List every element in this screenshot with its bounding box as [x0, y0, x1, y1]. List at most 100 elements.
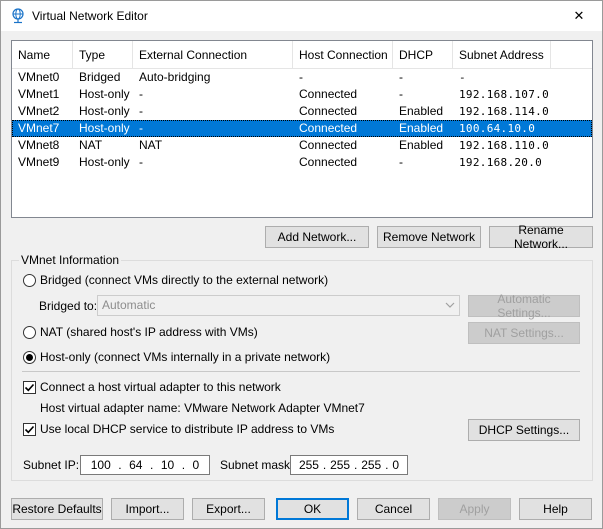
- cell-dhcp: Enabled: [399, 138, 444, 152]
- table-row[interactable]: VMnet0 Bridged Auto-bridging - - -: [12, 69, 592, 86]
- cell-name: VMnet9: [18, 155, 60, 169]
- nat-radio[interactable]: NAT (shared host's IP address with VMs): [23, 325, 258, 339]
- checkmark-icon: [24, 383, 35, 391]
- subnet-ip-octet-3[interactable]: 10: [161, 458, 174, 472]
- cell-external: -: [139, 121, 143, 135]
- cell-subnet: 192.168.110.0: [459, 139, 549, 152]
- table-row[interactable]: VMnet9 Host-only - Connected - 192.168.2…: [12, 154, 592, 171]
- cell-host: Connected: [299, 87, 358, 101]
- cell-external: Auto-bridging: [139, 70, 211, 84]
- cell-type: Host-only: [79, 104, 130, 118]
- cell-subnet: 192.168.114.0: [459, 105, 549, 118]
- remove-network-button[interactable]: Remove Network: [377, 226, 481, 248]
- table-row-selected[interactable]: VMnet7 Host-only - Connected Enabled 100…: [12, 120, 592, 137]
- connect-adapter-label: Connect a host virtual adapter to this n…: [40, 380, 281, 394]
- subnet-ip-octet-4[interactable]: 0: [193, 458, 200, 472]
- table-row[interactable]: VMnet2 Host-only - Connected Enabled 192…: [12, 103, 592, 120]
- chevron-down-icon: [445, 302, 455, 308]
- cell-subnet: 192.168.20.0: [459, 156, 543, 169]
- subnet-mask-octet-4[interactable]: 0: [392, 458, 399, 472]
- column-header-dhcp[interactable]: DHCP: [393, 41, 453, 69]
- checkmark-icon: [24, 425, 35, 433]
- close-button[interactable]: ✕: [556, 1, 602, 31]
- cell-dhcp: -: [399, 87, 403, 101]
- dhcp-settings-button[interactable]: DHCP Settings...: [468, 419, 580, 441]
- ok-button[interactable]: OK: [276, 498, 349, 520]
- cell-external: -: [139, 104, 143, 118]
- subnet-ip-field[interactable]: 100 . 64 . 10 . 0: [80, 455, 210, 475]
- connect-adapter-checkbox-indicator[interactable]: [23, 380, 36, 394]
- column-header-type[interactable]: Type: [73, 41, 133, 69]
- cell-name: VMnet1: [18, 87, 60, 101]
- subnet-mask-octet-3[interactable]: 255: [361, 458, 381, 472]
- cell-subnet: 192.168.107.0: [459, 88, 549, 101]
- nat-settings-button[interactable]: NAT Settings...: [468, 322, 580, 344]
- globe-network-icon: [12, 8, 24, 24]
- cell-host: Connected: [299, 104, 358, 118]
- list-header: Name Type External Connection Host Conne…: [12, 41, 592, 69]
- import-button[interactable]: Import...: [111, 498, 184, 520]
- subnet-ip-octet-2[interactable]: 64: [129, 458, 142, 472]
- cell-dhcp: Enabled: [399, 104, 444, 118]
- column-header-host-connection[interactable]: Host Connection: [293, 41, 393, 69]
- close-icon: ✕: [573, 8, 585, 23]
- column-header-subnet-address[interactable]: Subnet Address: [453, 41, 551, 69]
- subnet-ip-octet-1[interactable]: 100: [91, 458, 111, 472]
- virtual-network-editor-window: Virtual Network Editor ✕ Name Type Exter…: [0, 0, 603, 529]
- help-button[interactable]: Help: [519, 498, 592, 520]
- cell-dhcp: -: [399, 70, 403, 84]
- add-network-button[interactable]: Add Network...: [265, 226, 369, 248]
- cell-subnet: -: [459, 71, 466, 84]
- dhcp-checkbox-indicator[interactable]: [23, 422, 36, 436]
- cell-name: VMnet0: [18, 70, 60, 84]
- cell-external: -: [139, 87, 143, 101]
- list-rows: VMnet0 Bridged Auto-bridging - - - VMnet…: [12, 69, 592, 171]
- bridged-to-value: Automatic: [102, 298, 156, 312]
- cell-type: NAT: [79, 138, 103, 152]
- dhcp-checkbox[interactable]: Use local DHCP service to distribute IP …: [23, 422, 334, 436]
- cell-host: Connected: [299, 155, 358, 169]
- bridged-radio-label: Bridged (connect VMs directly to the ext…: [40, 273, 329, 287]
- cell-subnet: 100.64.10.0: [459, 122, 536, 135]
- nat-radio-label: NAT (shared host's IP address with VMs): [40, 325, 258, 339]
- cell-host: Connected: [299, 121, 358, 135]
- bridged-radio-indicator[interactable]: [23, 273, 36, 287]
- separator: [22, 371, 580, 372]
- rename-network-button[interactable]: Rename Network...: [489, 223, 593, 251]
- cell-dhcp: -: [399, 155, 403, 169]
- column-header-filler: [551, 41, 592, 69]
- cell-dhcp: Enabled: [399, 121, 444, 135]
- cell-name: VMnet2: [18, 104, 60, 118]
- nat-radio-indicator[interactable]: [23, 325, 36, 339]
- apply-button[interactable]: Apply: [438, 498, 511, 520]
- cell-type: Host-only: [79, 87, 130, 101]
- column-header-external-connection[interactable]: External Connection: [133, 41, 293, 69]
- table-row[interactable]: VMnet1 Host-only - Connected - 192.168.1…: [12, 86, 592, 103]
- restore-defaults-button[interactable]: Restore Defaults: [11, 498, 103, 520]
- column-header-name[interactable]: Name: [12, 41, 73, 69]
- adapter-name-text: Host virtual adapter name: VMware Networ…: [40, 401, 365, 415]
- connect-adapter-checkbox[interactable]: Connect a host virtual adapter to this n…: [23, 380, 281, 394]
- dhcp-label: Use local DHCP service to distribute IP …: [40, 422, 335, 436]
- host-only-radio-label: Host-only (connect VMs internally in a p…: [40, 350, 331, 364]
- subnet-mask-octet-1[interactable]: 255: [299, 458, 319, 472]
- subnet-mask-octet-2[interactable]: 255: [330, 458, 350, 472]
- network-list[interactable]: Name Type External Connection Host Conne…: [11, 40, 593, 218]
- subnet-mask-field[interactable]: 255 . 255 . 255 . 0: [290, 455, 408, 475]
- cancel-button[interactable]: Cancel: [357, 498, 430, 520]
- title-bar: Virtual Network Editor ✕: [1, 1, 602, 31]
- table-row[interactable]: VMnet8 NAT NAT Connected Enabled 192.168…: [12, 137, 592, 154]
- cell-type: Host-only: [79, 121, 130, 135]
- automatic-settings-button[interactable]: Automatic Settings...: [468, 292, 580, 320]
- cell-name: VMnet7: [18, 121, 60, 135]
- bridged-radio[interactable]: Bridged (connect VMs directly to the ext…: [23, 273, 328, 287]
- cell-host: Connected: [299, 138, 358, 152]
- host-only-radio-indicator[interactable]: [23, 350, 36, 364]
- host-only-radio[interactable]: Host-only (connect VMs internally in a p…: [23, 350, 330, 364]
- export-button[interactable]: Export...: [192, 498, 265, 520]
- cell-external: -: [139, 155, 143, 169]
- vmnet-information-legend: VMnet Information: [19, 253, 122, 267]
- cell-host: -: [299, 70, 303, 84]
- bridged-to-select[interactable]: Automatic: [97, 295, 460, 316]
- cell-type: Host-only: [79, 155, 130, 169]
